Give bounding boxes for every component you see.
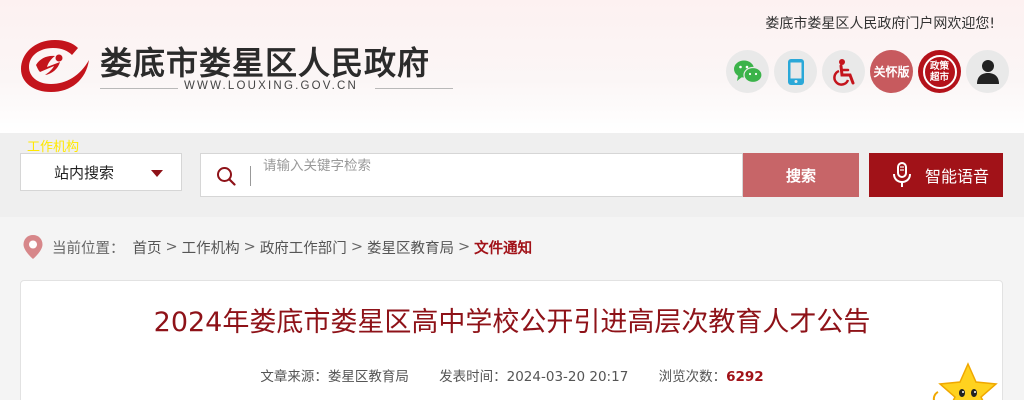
site-domain-row: WWW.LOUXING.GOV.CN	[100, 78, 453, 98]
mobile-icon	[787, 58, 804, 85]
breadcrumb-government-departments[interactable]: 政府工作部门	[260, 237, 347, 258]
divider	[100, 88, 178, 89]
breadcrumb-separator: >	[165, 239, 178, 255]
search-divider	[250, 166, 251, 186]
article-source: 文章来源：娄星区教育局	[260, 369, 409, 385]
user-icon	[976, 59, 999, 84]
search-button[interactable]: 搜索	[743, 153, 859, 197]
search-scope-select[interactable]: 站内搜索	[20, 153, 182, 191]
wechat-icon	[733, 60, 763, 83]
search-box[interactable]: 请输入关键字检索	[200, 153, 743, 197]
user-button[interactable]	[966, 50, 1009, 93]
mobile-button[interactable]	[774, 50, 817, 93]
policy-supermarket-button[interactable]: 政策 超市	[918, 50, 961, 93]
breadcrumb-separator: >	[243, 239, 256, 255]
voice-search-label: 智能语音	[925, 167, 990, 186]
chevron-down-icon	[151, 170, 163, 177]
site-domain: WWW.LOUXING.GOV.CN	[184, 80, 358, 92]
microphone-icon	[893, 162, 911, 187]
article-meta: 文章来源：娄星区教育局 发表时间：2024-03-20 20:17 浏览次数：6…	[0, 365, 1024, 385]
government-logo-icon[interactable]	[18, 36, 92, 94]
voice-search-button[interactable]: 智能语音	[869, 153, 1003, 197]
source-label: 文章来源：	[260, 369, 328, 385]
search-input[interactable]	[261, 154, 736, 196]
breadcrumb-separator: >	[350, 239, 363, 255]
wechat-button[interactable]	[726, 50, 769, 93]
care-mode-button[interactable]: 关怀版	[870, 50, 913, 93]
breadcrumb-education-bureau[interactable]: 娄星区教育局	[367, 237, 454, 258]
breadcrumb: 当前位置： 首页 > 工作机构 > 政府工作部门 > 娄星区教育局 > 文件通知	[22, 235, 532, 259]
policy-label-line1: 政策	[929, 60, 949, 72]
search-icon	[217, 167, 236, 186]
time-value: 2024-03-20 20:17	[506, 369, 629, 385]
star-mascot-icon[interactable]	[930, 362, 1000, 400]
wheelchair-icon	[832, 58, 854, 86]
policy-badge: 政策 超市	[922, 54, 957, 89]
time-label: 发表时间：	[439, 369, 507, 385]
views-count: 6292	[726, 369, 764, 385]
search-scope-label: 站内搜索	[54, 164, 115, 182]
article-views: 浏览次数：6292	[659, 369, 764, 385]
views-label: 浏览次数：	[658, 369, 727, 385]
source-value: 娄星区教育局	[327, 369, 409, 385]
breadcrumb-separator: >	[457, 239, 471, 255]
breadcrumb-work-agencies[interactable]: 工作机构	[182, 237, 240, 258]
divider	[375, 88, 453, 89]
accessibility-button[interactable]	[822, 50, 865, 93]
welcome-text: 娄底市娄星区人民政府门户网欢迎您!	[765, 16, 995, 32]
breadcrumb-home[interactable]: 首页	[133, 237, 162, 258]
article-title: 2024年娄底市娄星区高中学校公开引进高层次教育人才公告	[153, 307, 871, 338]
breadcrumb-prefix: 当前位置：	[52, 240, 125, 257]
breadcrumb-current[interactable]: 文件通知	[474, 237, 532, 258]
article-time: 发表时间：2024-03-20 20:17	[439, 369, 628, 385]
policy-label-line2: 超市	[929, 71, 949, 83]
location-pin-icon	[23, 235, 43, 259]
